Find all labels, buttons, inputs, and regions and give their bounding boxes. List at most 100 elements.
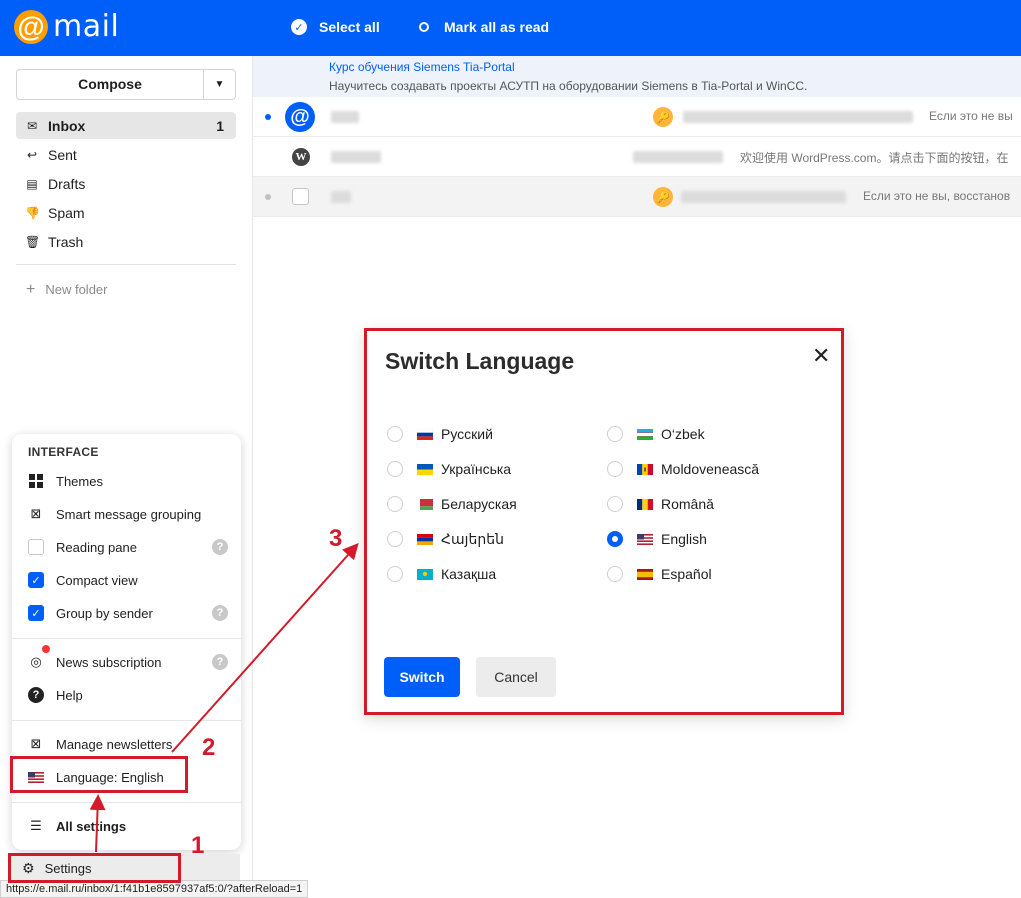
sidebar-item-label: Trash xyxy=(48,233,84,250)
cancel-button[interactable]: Cancel xyxy=(476,657,556,697)
ukraine-flag-icon xyxy=(417,463,433,475)
group-by-sender-checkbox[interactable]: ✓ xyxy=(28,605,44,621)
close-icon[interactable]: ✕ xyxy=(812,345,830,367)
radio-button[interactable] xyxy=(387,426,403,442)
radio-button[interactable] xyxy=(607,461,623,477)
radio-button-selected[interactable] xyxy=(607,531,623,547)
menu-divider xyxy=(12,638,241,639)
menu-item-label: News subscription xyxy=(56,654,162,670)
at-logo-icon: @ xyxy=(14,9,48,44)
reading-pane-checkbox[interactable] xyxy=(28,539,44,555)
menu-item-group-by-sender[interactable]: ✓ Group by sender ? xyxy=(28,601,228,625)
new-folder-button[interactable]: + New folder xyxy=(26,281,107,299)
help-question-icon[interactable]: ? xyxy=(212,654,228,670)
moldova-flag-icon xyxy=(637,463,653,475)
help-question-icon[interactable]: ? xyxy=(212,605,228,621)
grid-icon xyxy=(28,473,44,489)
menu-item-reading-pane[interactable]: Reading pane ? xyxy=(28,535,228,559)
mail-snippet: Если это не вы xyxy=(929,109,1013,123)
help-question-icon[interactable]: ? xyxy=(212,539,228,555)
key-icon: 🔑 xyxy=(653,187,673,207)
radio-button[interactable] xyxy=(387,461,403,477)
menu-item-news-subscription[interactable]: ◎ News subscription ? xyxy=(28,650,228,674)
mail-snippet: 欢迎使用 WordPress.com。请点击下面的按钮，在 xyxy=(740,151,1009,165)
inbox-count: 1 xyxy=(216,117,224,134)
wordpress-icon: W xyxy=(292,148,310,166)
annotation-step-1: 1 xyxy=(191,832,205,859)
switch-button[interactable]: Switch xyxy=(384,657,460,697)
row-checkbox[interactable] xyxy=(292,188,309,205)
compose-dropdown-icon[interactable]: ▼ xyxy=(203,70,235,99)
check-circle-icon: ✓ xyxy=(291,19,307,35)
radio-button[interactable] xyxy=(387,531,403,547)
sidebar-item-inbox[interactable]: ✉ Inbox 1 xyxy=(16,112,236,139)
radio-button[interactable] xyxy=(607,426,623,442)
target-icon: ◎ xyxy=(30,654,42,669)
menu-item-label: Smart message grouping xyxy=(56,506,202,522)
mail-logo[interactable]: @ mail xyxy=(14,9,119,44)
menu-item-label: Group by sender xyxy=(56,605,153,621)
select-all-button[interactable]: ✓ Select all xyxy=(291,19,380,35)
spain-flag-icon xyxy=(637,568,653,580)
language-label: Español xyxy=(661,566,712,582)
language-option-spanish[interactable]: Español xyxy=(607,564,712,584)
sidebar-item-label: Spam xyxy=(48,204,85,221)
mail-row[interactable]: 🔑 Если это не вы, восстанов xyxy=(253,177,1021,217)
mail-row[interactable]: W 欢迎使用 WordPress.com。请点击下面的按钮，在 xyxy=(253,137,1021,177)
sidebar-item-spam[interactable]: 👎 Spam xyxy=(16,199,236,226)
radio-button[interactable] xyxy=(607,496,623,512)
mark-all-read-button[interactable]: Mark all as read xyxy=(419,19,549,35)
blurred-subject xyxy=(633,151,723,163)
menu-divider xyxy=(12,720,241,721)
menu-item-themes[interactable]: Themes xyxy=(28,469,228,493)
compact-view-checkbox[interactable]: ✓ xyxy=(28,572,44,588)
language-option-armenian[interactable]: Հայերեն xyxy=(387,529,504,549)
blurred-subject xyxy=(683,111,913,123)
language-label: Română xyxy=(661,496,714,512)
romania-flag-icon xyxy=(637,498,653,510)
language-option-english[interactable]: English xyxy=(607,529,707,549)
menu-item-help[interactable]: ? Help xyxy=(28,683,228,707)
unread-dot-icon xyxy=(419,22,429,32)
read-dot-icon[interactable] xyxy=(265,194,271,200)
mail-row[interactable]: @ 🔑 Если это не вы xyxy=(253,97,1021,137)
dialog-title: Switch Language xyxy=(385,348,575,374)
radio-button[interactable] xyxy=(607,566,623,582)
annotation-box-settings xyxy=(8,853,181,883)
language-option-ukrainian[interactable]: Українська xyxy=(387,459,511,479)
top-bar: @ mail ✓ Select all Mark all as read xyxy=(0,0,1021,56)
language-label: Moldovenească xyxy=(661,461,760,477)
menu-item-compact-view[interactable]: ✓ Compact view xyxy=(28,568,228,592)
menu-item-smart-grouping[interactable]: ⊠ Smart message grouping xyxy=(28,502,228,526)
menu-item-label: All settings xyxy=(56,818,127,834)
language-option-moldovan[interactable]: Moldovenească xyxy=(607,459,759,479)
sidebar-item-sent[interactable]: ↩ Sent xyxy=(16,141,236,168)
radio-button[interactable] xyxy=(387,566,403,582)
blurred-subject xyxy=(681,191,846,203)
annotation-step-3: 3 xyxy=(329,525,343,552)
promo-text: Научитесь создавать проекты АСУТП на обо… xyxy=(329,79,808,93)
sent-icon: ↩ xyxy=(26,147,38,162)
language-option-kazakh[interactable]: Казақша xyxy=(387,564,496,584)
menu-item-manage-newsletters[interactable]: ⊠ Manage newsletters xyxy=(28,732,228,756)
inbox-icon: ✉ xyxy=(26,118,38,133)
language-option-uzbek[interactable]: O‘zbek xyxy=(607,424,705,444)
language-option-romanian[interactable]: Română xyxy=(607,494,714,514)
language-label: Беларуская xyxy=(441,496,517,512)
compose-button[interactable]: Compose ▼ xyxy=(16,69,236,100)
blurred-sender xyxy=(331,151,381,163)
sidebar-item-label: Sent xyxy=(48,146,77,163)
grouping-icon: ⊠ xyxy=(30,506,42,521)
hamburger-icon: ☰ xyxy=(30,818,42,833)
spam-icon: 👎 xyxy=(25,205,40,220)
promo-banner[interactable]: Курс обучения Siemens Tia-Portal Научите… xyxy=(253,56,1021,97)
sidebar-item-drafts[interactable]: ▤ Drafts xyxy=(16,170,236,197)
language-option-russian[interactable]: Русский xyxy=(387,424,493,444)
sidebar-divider xyxy=(16,264,236,265)
menu-item-label: Manage newsletters xyxy=(56,736,173,752)
language-option-belarusian[interactable]: Беларуская xyxy=(387,494,517,514)
radio-button[interactable] xyxy=(387,496,403,512)
unread-dot-icon[interactable] xyxy=(265,114,271,120)
sidebar-item-trash[interactable]: 🗑 Trash xyxy=(16,228,236,255)
key-icon: 🔑 xyxy=(653,107,673,127)
